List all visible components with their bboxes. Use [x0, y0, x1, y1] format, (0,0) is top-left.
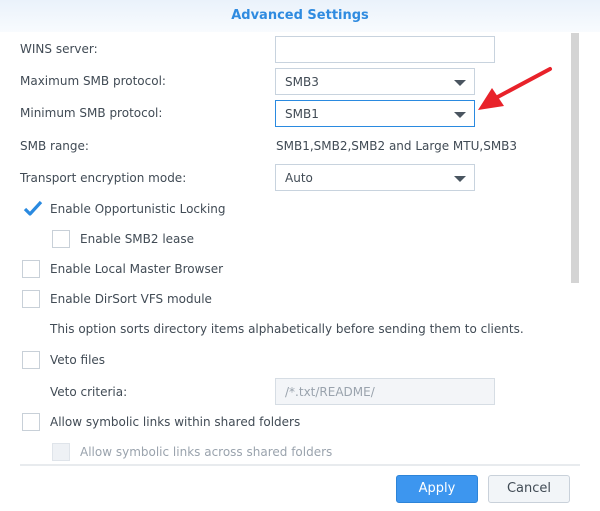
smb2-lease-checkbox[interactable]: [52, 230, 70, 248]
symlinks-across-checkbox[interactable]: [52, 443, 70, 461]
chevron-down-icon: [454, 80, 466, 86]
chevron-down-icon: [454, 176, 466, 182]
dialog-header: Advanced Settings: [0, 0, 600, 32]
max-smb-value: SMB3: [285, 75, 319, 89]
cancel-button[interactable]: Cancel: [488, 475, 570, 503]
footer-divider: [20, 464, 580, 466]
dirsort-checkbox[interactable]: [22, 290, 40, 308]
wins-server-input[interactable]: [275, 36, 495, 63]
max-smb-label: Maximum SMB protocol:: [20, 74, 166, 88]
veto-files-checkbox[interactable]: [22, 351, 40, 369]
transport-encryption-select[interactable]: Auto: [275, 164, 475, 191]
scrollbar-thumb[interactable]: [571, 33, 579, 283]
max-smb-select[interactable]: SMB3: [275, 68, 475, 95]
smb2-lease-label: Enable SMB2 lease: [80, 232, 195, 246]
veto-criteria-placeholder: /*.txt/README/: [285, 385, 375, 399]
min-smb-label: Minimum SMB protocol:: [20, 106, 163, 120]
symlinks-within-label: Allow symbolic links within shared folde…: [50, 415, 301, 429]
checkmark-icon: [23, 200, 43, 216]
min-smb-value: SMB1: [285, 107, 319, 121]
wins-server-label: WINS server:: [20, 42, 98, 56]
min-smb-select[interactable]: SMB1: [275, 100, 475, 127]
dialog-title: Advanced Settings: [231, 8, 369, 23]
apply-button[interactable]: Apply: [396, 475, 478, 503]
dirsort-description: This option sorts directory items alphab…: [50, 322, 524, 336]
veto-criteria-input[interactable]: /*.txt/README/: [275, 378, 495, 405]
veto-files-label: Veto files: [50, 353, 106, 367]
transport-encryption-value: Auto: [285, 171, 313, 185]
veto-criteria-label: Veto criteria:: [50, 385, 128, 399]
symlinks-across-label: Allow symbolic links across shared folde…: [80, 445, 333, 459]
smb-range-value: SMB1,SMB2,SMB2 and Large MTU,SMB3: [276, 139, 518, 153]
local-master-browser-checkbox[interactable]: [22, 260, 40, 278]
dirsort-label: Enable DirSort VFS module: [50, 292, 212, 306]
transport-encryption-label: Transport encryption mode:: [20, 171, 187, 185]
chevron-down-icon: [454, 112, 466, 118]
opportunistic-locking-label: Enable Opportunistic Locking: [50, 202, 226, 216]
symlinks-within-checkbox[interactable]: [22, 413, 40, 431]
opportunistic-locking-checkbox[interactable]: [22, 200, 43, 218]
local-master-browser-label: Enable Local Master Browser: [50, 262, 224, 276]
annotation-arrow-icon: [478, 67, 552, 110]
smb-range-label: SMB range:: [20, 139, 89, 153]
